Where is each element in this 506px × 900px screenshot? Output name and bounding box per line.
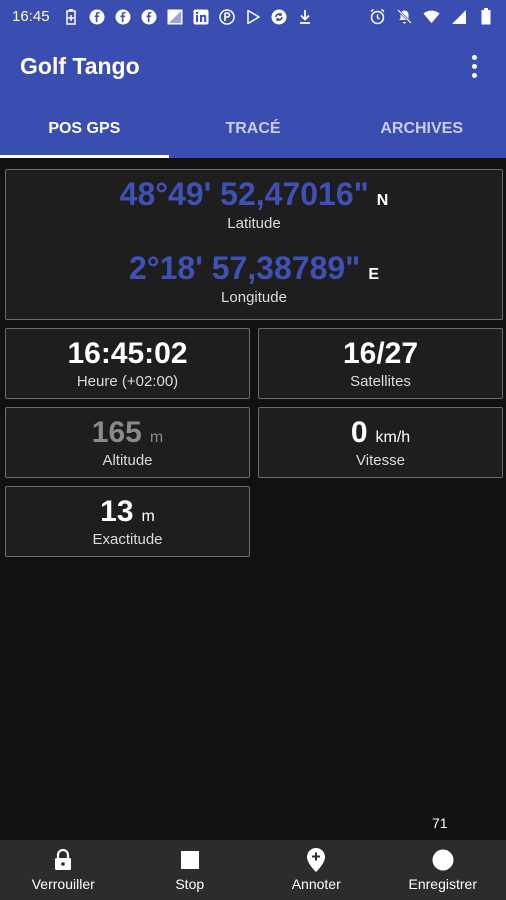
status-bar: 16:45 bbox=[0, 0, 506, 33]
speed-row: 0 km/h bbox=[351, 416, 410, 450]
notifications-off-icon bbox=[396, 8, 413, 25]
play-store-icon bbox=[245, 8, 262, 25]
speed-unit: km/h bbox=[375, 429, 411, 446]
linkedin-icon bbox=[193, 8, 210, 25]
latitude-label: Latitude bbox=[227, 215, 281, 232]
facebook-icon bbox=[89, 8, 106, 25]
tab-pos-gps[interactable]: POS GPS bbox=[0, 99, 169, 158]
altitude-unit: m bbox=[149, 429, 164, 446]
signal-icon bbox=[450, 8, 467, 25]
position-card: 48°49' 52,47016" N Latitude 2°18' 57,387… bbox=[5, 169, 503, 320]
tab-trace[interactable]: TRACÉ bbox=[169, 99, 338, 158]
latitude-row: 48°49' 52,47016" N bbox=[120, 176, 389, 213]
pay-icon bbox=[219, 8, 236, 25]
altitude-label: Altitude bbox=[102, 452, 153, 469]
accuracy-row: 13 m bbox=[100, 495, 155, 529]
tab-archives[interactable]: ARCHIVES bbox=[337, 99, 506, 158]
altitude-row: 165 m bbox=[92, 416, 163, 450]
record-icon bbox=[432, 848, 454, 872]
longitude-direction: E bbox=[368, 266, 379, 283]
stop-icon bbox=[180, 848, 199, 872]
annotate-button[interactable]: Annoter bbox=[253, 840, 380, 900]
time-label: Heure (+02:00) bbox=[76, 373, 179, 390]
speed-value: 0 bbox=[350, 416, 368, 449]
record-label: Enregistrer bbox=[408, 876, 477, 892]
lock-icon bbox=[54, 848, 72, 872]
battery-icon bbox=[477, 8, 494, 25]
speed-card: 0 km/h Vitesse bbox=[258, 407, 503, 478]
speed-label: Vitesse bbox=[356, 452, 405, 469]
time-card: 16:45:02 Heure (+02:00) bbox=[5, 328, 250, 399]
accuracy-label: Exactitude bbox=[92, 531, 163, 548]
longitude-label: Longitude bbox=[221, 289, 287, 306]
stop-button[interactable]: Stop bbox=[127, 840, 254, 900]
altitude-value: 165 bbox=[91, 416, 142, 449]
bottom-nav: Verrouiller Stop Annoter Enregistrer bbox=[0, 840, 506, 900]
stop-label: Stop bbox=[175, 876, 205, 892]
sync-icon bbox=[271, 8, 288, 25]
lock-label: Verrouiller bbox=[31, 876, 95, 892]
counter-text: 71 bbox=[432, 815, 448, 831]
more-vert-icon[interactable] bbox=[462, 46, 486, 86]
latitude-direction: N bbox=[376, 192, 389, 209]
accuracy-card: 13 m Exactitude bbox=[5, 486, 250, 557]
facebook-icon bbox=[115, 8, 132, 25]
satellites-label: Satellites bbox=[350, 373, 411, 390]
record-button[interactable]: Enregistrer bbox=[380, 840, 506, 900]
battery-saver-icon bbox=[63, 8, 80, 25]
accuracy-value: 13 bbox=[100, 495, 134, 528]
add-location-icon bbox=[307, 848, 326, 872]
longitude-row: 2°18' 57,38789" E bbox=[129, 250, 379, 287]
accuracy-unit: m bbox=[141, 508, 155, 525]
image-icon bbox=[167, 8, 184, 25]
app-bar: Golf Tango bbox=[0, 33, 506, 99]
time-value: 16:45:02 bbox=[67, 337, 188, 370]
alarm-icon bbox=[369, 8, 386, 25]
tab-bar: POS GPS TRACÉ ARCHIVES bbox=[0, 99, 506, 158]
lock-button[interactable]: Verrouiller bbox=[0, 840, 127, 900]
annotate-label: Annoter bbox=[291, 876, 341, 892]
altitude-card: 165 m Altitude bbox=[5, 407, 250, 478]
wifi-icon bbox=[423, 8, 440, 25]
latitude-value: 48°49' 52,47016" bbox=[119, 176, 369, 212]
facebook-icon bbox=[141, 8, 158, 25]
longitude-value: 2°18' 57,38789" bbox=[129, 250, 361, 286]
satellites-card: 16/27 Satellites bbox=[258, 328, 503, 399]
download-icon bbox=[297, 8, 314, 25]
satellites-value: 16/27 bbox=[342, 337, 419, 370]
app-title: Golf Tango bbox=[20, 52, 140, 79]
status-time: 16:45 bbox=[12, 8, 50, 25]
